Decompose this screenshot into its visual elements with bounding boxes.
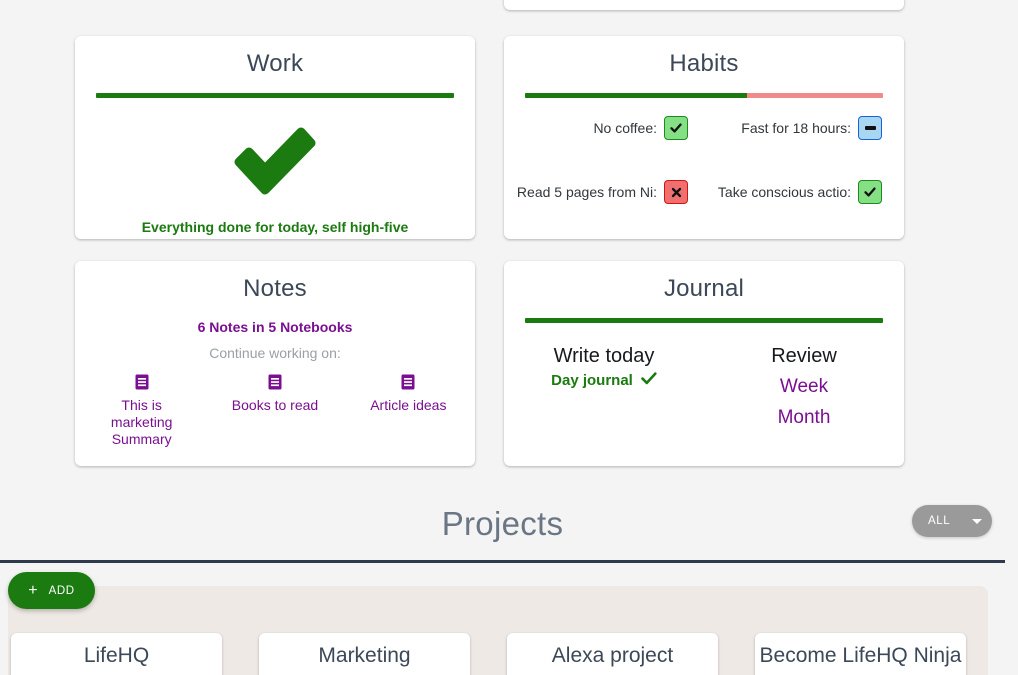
progress-done-segment: [96, 93, 454, 98]
journal-review-column: Review Week Month: [704, 343, 904, 431]
project-card[interactable]: LifeHQ: [11, 633, 222, 675]
habits-card-title: Habits: [669, 50, 739, 77]
work-card-title: Work: [246, 50, 304, 77]
journal-day-entry-label: Day journal: [551, 372, 633, 389]
journal-day-entry-link[interactable]: Day journal: [551, 372, 657, 389]
notes-count-label: 6 Notes in 5 Notebooks: [197, 319, 353, 335]
notes-card-title: Notes: [243, 275, 307, 302]
projects-card-list: LifeHQ Marketing Alexa project Become Li…: [11, 633, 1011, 675]
chevron-down-icon: [972, 518, 982, 524]
habits-card: Habits No coffee: Fast for 18 hours: Rea…: [504, 36, 904, 239]
habit-label: No coffee:: [593, 120, 657, 136]
journal-progress-bar: [525, 318, 883, 323]
project-name: Become LifeHQ Ninja: [759, 644, 962, 667]
check-icon: [227, 120, 323, 205]
journal-body: Write today Day journal Review Week Mont…: [504, 343, 904, 431]
project-name: LifeHQ: [83, 644, 150, 667]
list-item[interactable]: Books to read: [208, 374, 341, 414]
add-project-button[interactable]: + ADD: [8, 572, 95, 609]
notes-continue-label: Continue working on:: [209, 345, 341, 361]
journal-card: Journal Write today Day journal Review W…: [504, 261, 904, 466]
habit-item[interactable]: No coffee:: [504, 116, 704, 140]
notes-card: Notes 6 Notes in 5 Notebooks Continue wo…: [75, 261, 475, 466]
note-title: Books to read: [231, 397, 319, 413]
dashboard-grid: Work Everything done for today, self hig…: [75, 36, 905, 466]
project-card[interactable]: Marketing: [259, 633, 470, 675]
check-icon: [641, 372, 657, 389]
dashboard-row-2: Notes 6 Notes in 5 Notebooks Continue wo…: [75, 261, 905, 466]
journal-card-title: Journal: [663, 275, 745, 302]
habit-item[interactable]: Read 5 pages from Ni:: [504, 180, 704, 204]
checkbox-checked-icon[interactable]: [858, 180, 882, 204]
progress-done-segment: [525, 93, 747, 98]
dashboard-row-1: Work Everything done for today, self hig…: [75, 36, 905, 239]
journal-review-week-link[interactable]: Week: [704, 373, 904, 400]
habits-list: No coffee: Fast for 18 hours: Read 5 pag…: [504, 116, 904, 204]
habit-label: Fast for 18 hours:: [741, 120, 851, 136]
list-item[interactable]: Article ideas: [342, 374, 475, 414]
add-project-label: ADD: [48, 584, 75, 597]
note-title: This is marketing Summary: [110, 397, 173, 447]
note-book-icon: [342, 374, 475, 394]
habit-item[interactable]: Fast for 18 hours:: [704, 116, 904, 140]
checkbox-dash-icon[interactable]: [858, 116, 882, 140]
checkbox-cross-icon[interactable]: [664, 180, 688, 204]
page-title: Projects: [441, 505, 564, 542]
journal-write-column: Write today Day journal: [504, 343, 704, 431]
journal-write-heading: Write today: [553, 345, 655, 367]
plus-icon: +: [28, 581, 38, 599]
notes-recent-list: This is marketing Summary Books to read: [75, 374, 475, 448]
project-card[interactable]: Alexa project: [507, 633, 718, 675]
project-name: Alexa project: [551, 644, 674, 667]
work-progress-bar: [96, 93, 454, 98]
journal-review-month-link[interactable]: Month: [704, 404, 904, 431]
partial-card-above: [504, 0, 904, 10]
note-book-icon: [75, 374, 208, 394]
projects-divider: [0, 560, 1005, 563]
work-status-message: Everything done for today, self high-fiv…: [141, 219, 409, 235]
projects-header: Projects ALL: [0, 498, 1005, 560]
project-card[interactable]: Become LifeHQ Ninja: [755, 633, 966, 675]
project-name: Marketing: [318, 644, 411, 667]
work-card: Work Everything done for today, self hig…: [75, 36, 475, 239]
note-title: Article ideas: [370, 397, 447, 413]
projects-filter-dropdown[interactable]: ALL: [912, 505, 992, 537]
projects-filter-label: ALL: [928, 515, 951, 527]
habit-label: Take conscious actio:: [717, 184, 851, 200]
habit-item[interactable]: Take conscious actio:: [704, 180, 904, 204]
list-item[interactable]: This is marketing Summary: [75, 374, 208, 448]
note-book-icon: [208, 374, 341, 394]
progress-done-segment: [525, 318, 883, 323]
checkbox-checked-icon[interactable]: [664, 116, 688, 140]
work-card-body: Everything done for today, self high-fiv…: [75, 98, 475, 235]
journal-review-heading: Review: [771, 345, 837, 367]
habit-label: Read 5 pages from Ni:: [516, 184, 657, 200]
habits-progress-bar: [525, 93, 883, 98]
